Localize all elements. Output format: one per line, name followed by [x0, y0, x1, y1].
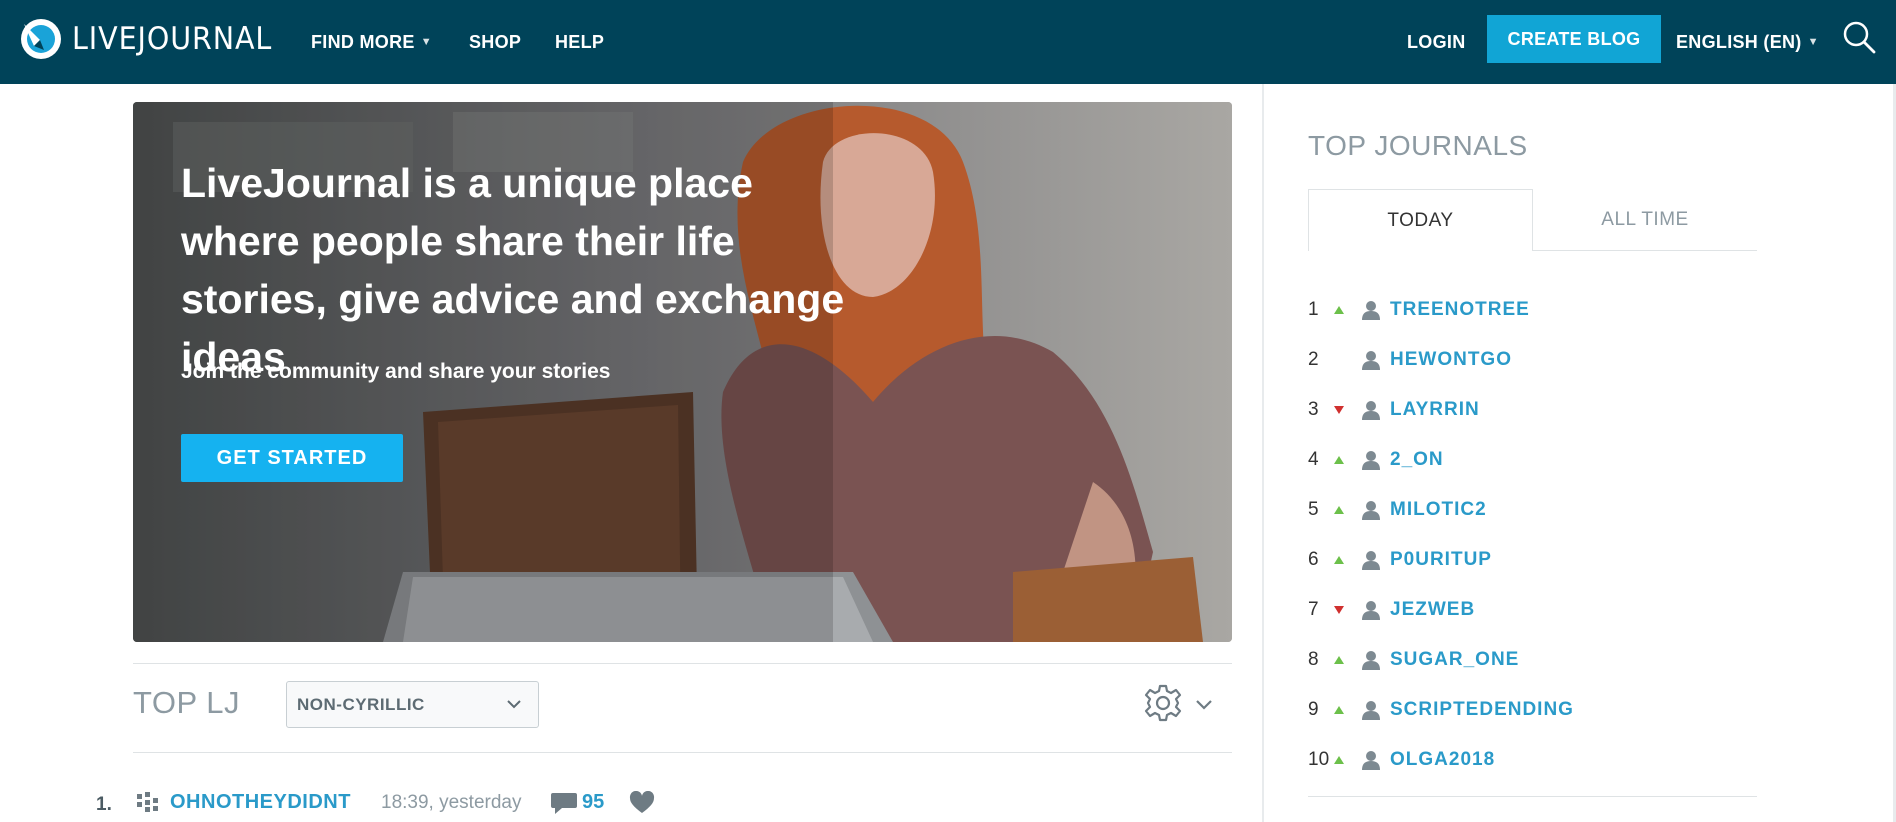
- journal-item: 5 MILOTIC2: [1308, 485, 1757, 535]
- user-icon[interactable]: [1360, 449, 1382, 471]
- user-icon[interactable]: [1360, 649, 1382, 671]
- trend-none: [1334, 353, 1356, 367]
- journal-item: 4 2_ON: [1308, 435, 1757, 485]
- hero-subtitle: Join the community and share your storie…: [181, 360, 611, 383]
- user-icon[interactable]: [1360, 749, 1382, 771]
- livejournal-logo[interactable]: LIVEJOURNAL: [20, 18, 290, 60]
- journal-name-link[interactable]: HEWONTGO: [1390, 349, 1512, 371]
- journal-rank: 8: [1308, 649, 1319, 670]
- trend-up-icon: [1334, 553, 1356, 567]
- caret-down-icon: ▼: [1807, 36, 1819, 48]
- tab-today[interactable]: TODAY: [1308, 189, 1533, 251]
- get-started-button[interactable]: GET STARTED: [181, 434, 403, 482]
- nav-shop[interactable]: SHOP: [469, 0, 521, 84]
- top-journals-tabs: TODAY ALL TIME: [1308, 189, 1757, 251]
- language-selector[interactable]: ENGLISH (EN) ▼: [1676, 0, 1819, 84]
- journal-item: 7 JEZWEB: [1308, 585, 1757, 635]
- post-comment-count[interactable]: 95: [582, 791, 604, 814]
- heart-icon[interactable]: [629, 791, 655, 815]
- nav-help-label: HELP: [555, 31, 605, 52]
- user-icon[interactable]: [1360, 349, 1382, 371]
- trend-up-icon: [1334, 703, 1356, 717]
- journal-name-link[interactable]: LAYRRIN: [1390, 399, 1480, 421]
- login-link[interactable]: LOGIN: [1407, 0, 1466, 84]
- top-navigation-bar: LIVEJOURNAL FIND MORE ▼ SHOP HELP LOGIN …: [0, 0, 1896, 84]
- journal-item: 6 P0URITUP: [1308, 535, 1757, 585]
- journal-item: 3 LAYRRIN: [1308, 385, 1757, 435]
- journal-item: 8 SUGAR_ONE: [1308, 635, 1757, 685]
- journal-rank: 7: [1308, 599, 1319, 620]
- hero-title: LiveJournal is a unique place where peop…: [181, 160, 845, 380]
- comment-icon[interactable]: [550, 790, 578, 816]
- journal-name-link[interactable]: 2_ON: [1390, 449, 1444, 471]
- journal-name-link[interactable]: SUGAR_ONE: [1390, 649, 1519, 671]
- trend-up-icon: [1334, 653, 1356, 667]
- login-label: LOGIN: [1407, 31, 1466, 52]
- cyrillic-filter-value: NON-CYRILLIC: [297, 694, 425, 714]
- journal-item: 2 HEWONTGO: [1308, 335, 1757, 385]
- language-label: ENGLISH (EN): [1676, 31, 1802, 52]
- trend-down-icon: [1334, 403, 1356, 417]
- nav-help[interactable]: HELP: [555, 0, 604, 84]
- top-journals-list: 1 TREENOTREE 2 HEWONTGO 3 LAYRRIN 4 2_ON 5 MILOTI…: [1308, 285, 1757, 785]
- divider: [133, 752, 1232, 753]
- nav-shop-label: SHOP: [469, 31, 522, 52]
- post-time: 18:39, yesterday: [381, 792, 522, 813]
- user-icon[interactable]: [1360, 599, 1382, 621]
- user-icon[interactable]: [1360, 399, 1382, 421]
- top-journals-title: TOP JOURNALS: [1308, 130, 1528, 161]
- post-rank: 1.: [96, 794, 112, 815]
- gear-icon[interactable]: [1143, 683, 1183, 723]
- journal-name-link[interactable]: SCRIPTEDENDING: [1390, 699, 1574, 721]
- nav-find-more-label: FIND MORE: [311, 31, 415, 52]
- trend-up-icon: [1334, 503, 1356, 517]
- divider: [133, 663, 1232, 664]
- journal-rank: 4: [1308, 449, 1319, 470]
- community-icon: [137, 792, 158, 812]
- journal-rank: 3: [1308, 399, 1319, 420]
- journal-item: 9 SCRIPTEDENDING: [1308, 685, 1757, 735]
- trend-down-icon: [1334, 603, 1356, 617]
- cyrillic-filter-select[interactable]: NON-CYRILLIC: [286, 681, 539, 728]
- user-icon[interactable]: [1360, 549, 1382, 571]
- journal-name-link[interactable]: OLGA2018: [1390, 749, 1495, 771]
- journal-name-link[interactable]: P0URITUP: [1390, 549, 1492, 571]
- trend-up-icon: [1334, 303, 1356, 317]
- journal-item: 1 TREENOTREE: [1308, 285, 1757, 335]
- journal-name-link[interactable]: JEZWEB: [1390, 599, 1475, 621]
- journal-rank: 10: [1308, 749, 1330, 770]
- journal-rank: 5: [1308, 499, 1319, 520]
- journal-name-link[interactable]: TREENOTREE: [1390, 299, 1530, 321]
- divider: [1308, 796, 1757, 797]
- livejournal-logo-icon: [21, 19, 61, 59]
- journal-rank: 9: [1308, 699, 1319, 720]
- create-blog-button[interactable]: CREATE BLOG: [1487, 15, 1661, 63]
- trend-up-icon: [1334, 753, 1356, 767]
- search-icon[interactable]: [1842, 20, 1876, 54]
- sidebar-divider: [1262, 84, 1264, 822]
- tab-all-time[interactable]: ALL TIME: [1533, 189, 1757, 251]
- chevron-down-icon[interactable]: [1195, 696, 1213, 714]
- journal-rank: 6: [1308, 549, 1319, 570]
- caret-down-icon: ▼: [420, 36, 432, 48]
- logo-text: LIVEJOURNAL: [72, 21, 273, 57]
- post-author-link[interactable]: OHNOTHEYDIDNT: [170, 791, 351, 814]
- user-icon[interactable]: [1360, 499, 1382, 521]
- journal-name-link[interactable]: MILOTIC2: [1390, 499, 1487, 521]
- top-lj-title: TOP LJ: [133, 685, 240, 720]
- nav-find-more[interactable]: FIND MORE ▼: [311, 0, 432, 84]
- chevron-down-icon: [507, 700, 521, 709]
- trend-up-icon: [1334, 453, 1356, 467]
- user-icon[interactable]: [1360, 299, 1382, 321]
- journal-rank: 2: [1308, 349, 1319, 370]
- hero-banner: LiveJournal is a unique place where peop…: [133, 102, 1232, 642]
- journal-item: 10 OLGA2018: [1308, 735, 1757, 785]
- user-icon[interactable]: [1360, 699, 1382, 721]
- journal-rank: 1: [1308, 299, 1319, 320]
